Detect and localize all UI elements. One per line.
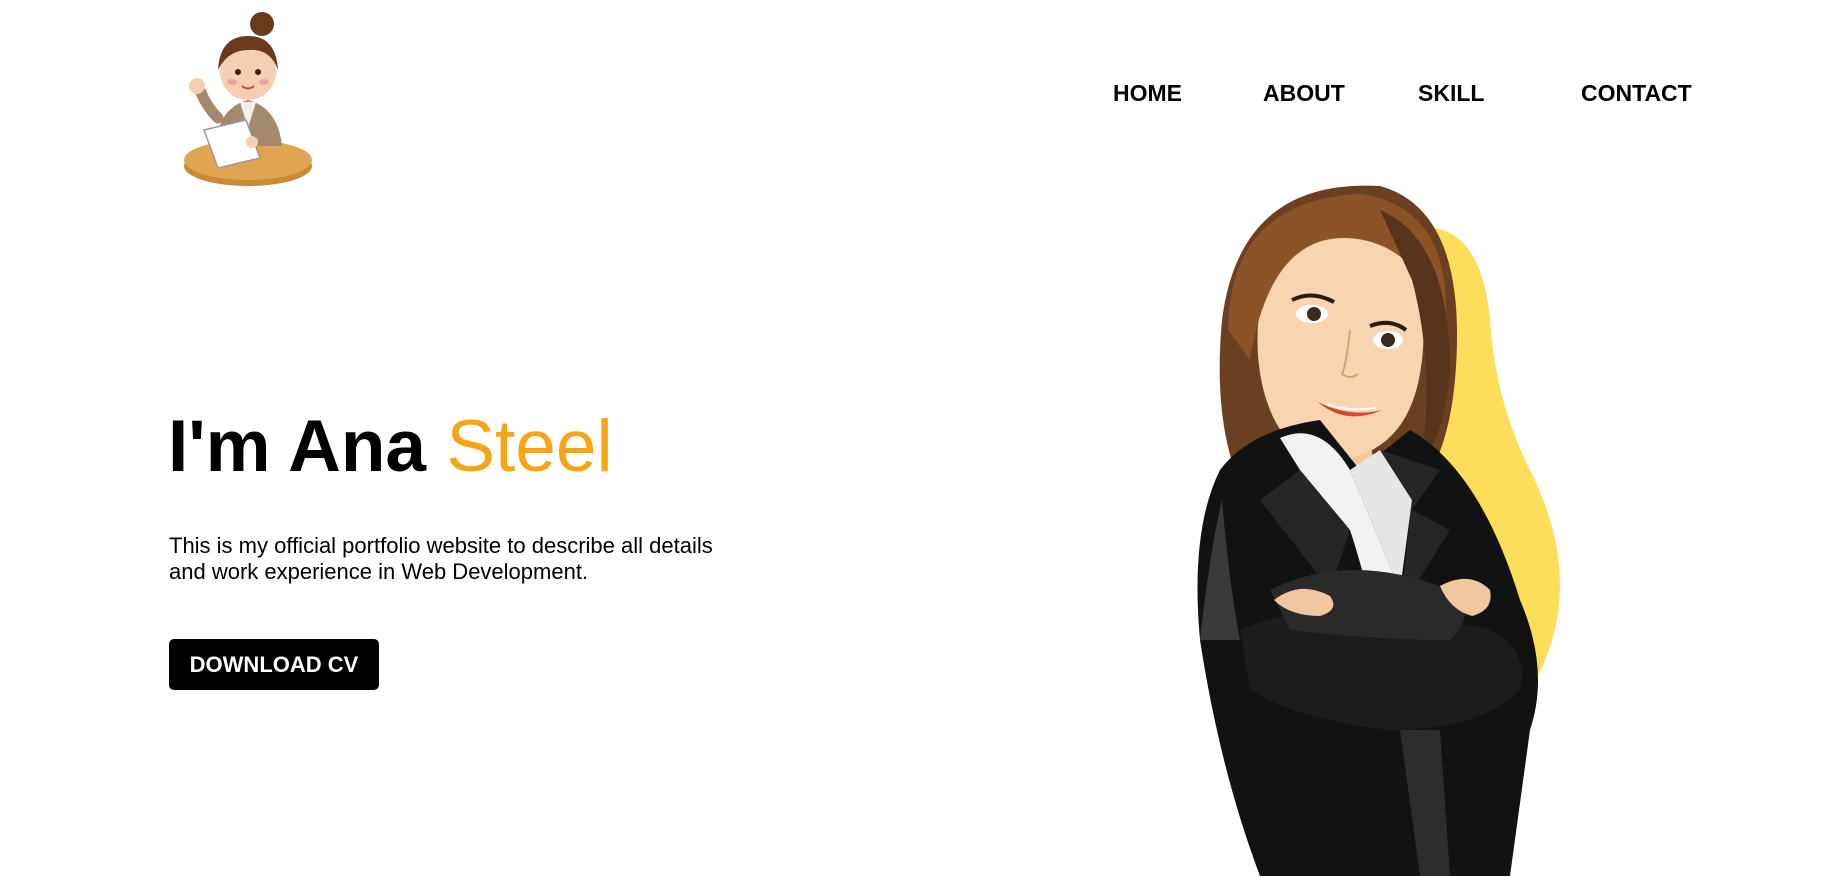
nav-contact-link[interactable]: CONTACT xyxy=(1581,80,1692,107)
businesswoman-illustration xyxy=(1150,170,1610,876)
download-cv-button[interactable]: DOWNLOAD CV xyxy=(169,639,379,690)
main-nav: HOME ABOUT SKILL CONTACT xyxy=(1100,80,1692,110)
hero-title-accent: Steel xyxy=(446,406,613,487)
nav-skill-link[interactable]: SKILL xyxy=(1418,80,1484,107)
nav-about-link[interactable]: ABOUT xyxy=(1263,80,1345,107)
hero-title: I'm Ana Steel xyxy=(168,404,613,490)
hero-title-main: I'm Ana xyxy=(168,406,447,487)
hero-description: This is my official portfolio website to… xyxy=(169,533,713,584)
portfolio-page: HOME ABOUT SKILL CONTACT I'm Ana Steel T… xyxy=(0,0,1835,876)
logo-icon[interactable] xyxy=(178,8,328,190)
nav-home-link[interactable]: HOME xyxy=(1113,80,1182,107)
